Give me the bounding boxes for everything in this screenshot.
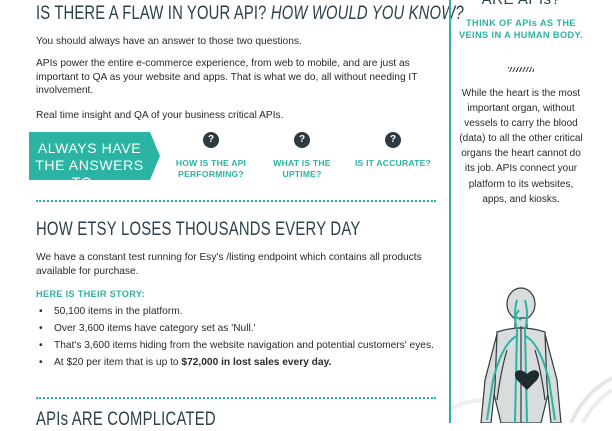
dotted-divider [36,200,436,202]
question-accuracy: ? IS IT ACCURATE? [348,132,438,169]
zigzag-divider-icon [508,67,534,72]
lost-sales-amount: $72,000 in lost sales every day. [181,357,332,368]
story-item: That's 3,600 items hiding from the websi… [36,339,436,352]
question-performance: ? HOW IS THE API PERFORMING? [166,132,256,180]
question-mark-icon: ? [294,132,310,148]
dotted-divider [36,397,436,399]
question-uptime-label: WHAT IS THE UPTIME? [273,158,331,179]
etsy-test-text: We have a constant test running for Esy'… [36,252,422,277]
question-accuracy-label: IS IT ACCURATE? [354,158,432,168]
lost-sales-prefix: At $20 per item that is up to [54,357,182,368]
intro-question-text: You should always have an answer to thos… [36,36,302,47]
question-mark-icon: ? [203,132,219,148]
sidebar: ARE APIs? THINK OF APIs AS THE VEINS IN … [451,0,612,423]
question-uptime: ? WHAT IS THE UPTIME? [257,132,347,180]
story-item-lost-sales: At $20 per item that is up to $72,000 in… [36,356,436,369]
sidebar-subtitle: THINK OF APIs AS THE VEINS IN A HUMAN BO… [459,18,583,40]
human-body-veins-illustration [451,287,612,423]
intro-apis-text: APIs power the entire e-commerce experie… [36,58,418,96]
answers-banner-label: ALWAYS HAVE THE ANSWERS TO… [35,140,144,190]
story-item: Over 3,600 items have category set as 'N… [36,322,436,335]
story-list: 50,100 items in the platform. Over 3,600… [36,305,436,373]
question-performance-label: HOW IS THE API PERFORMING? [175,158,247,179]
answers-banner-arrow [150,132,160,180]
intro-realtime-text: Real time insight and QA of your busines… [36,110,284,121]
heading-api-flaw: IS THERE A FLAW IN YOUR API? HOW WOULD Y… [36,3,464,25]
story-label: HERE IS THEIR STORY: [36,289,145,299]
sidebar-title: ARE APIs? [451,0,591,8]
heading-etsy-losses: HOW ETSY LOSES THOUSANDS EVERY DAY [36,219,361,240]
sidebar-body: While the heart is the most important or… [459,88,583,205]
question-mark-icon: ? [385,132,401,148]
story-item: 50,100 items in the platform. [36,305,436,318]
heading-api-flaw-italic: HOW WOULD YOU KNOW? [270,3,464,24]
heading-api-flaw-plain: IS THERE A FLAW IN YOUR API? [36,3,267,24]
main-column: IS THERE A FLAW IN YOUR API? HOW WOULD Y… [0,0,464,430]
heading-apis-complicated: APIs ARE COMPLICATED [36,409,216,430]
